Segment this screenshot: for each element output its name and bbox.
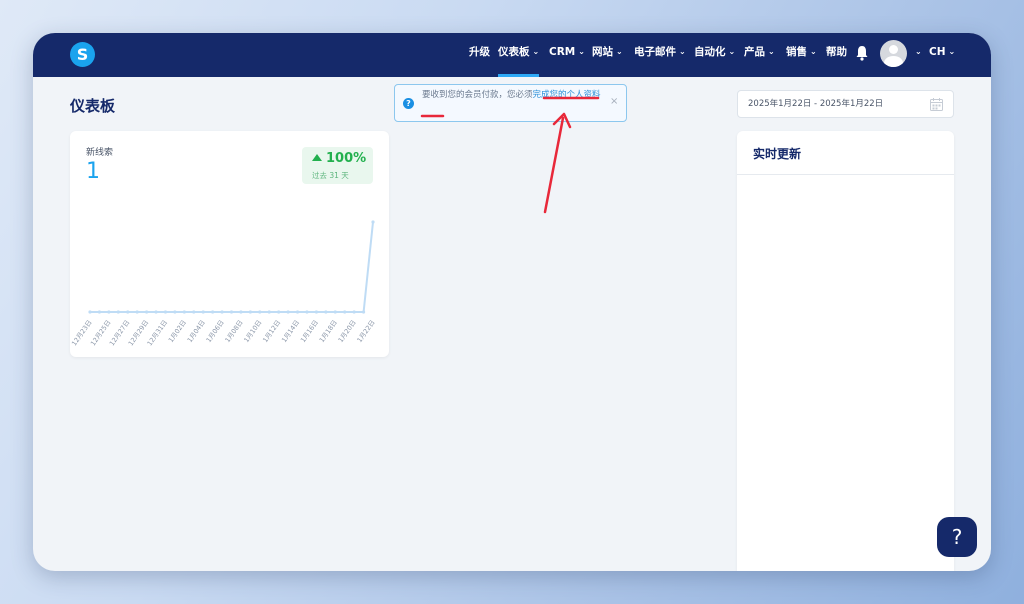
nav-item-0[interactable]: 升级 <box>469 33 490 77</box>
nav-item-8[interactable]: 帮助 <box>826 33 847 77</box>
data-point <box>163 310 168 314</box>
user-menu[interactable]: CH ⌄ <box>929 33 955 77</box>
nav-item-2[interactable]: CRM ⌄ <box>549 33 585 77</box>
nav-item-4[interactable]: 电子邮件 ⌄ <box>634 33 686 77</box>
chevron-down-icon: ⌄ <box>578 47 585 56</box>
chevron-down-icon: ⌄ <box>728 47 736 56</box>
chevron-down-icon: ⌄ <box>810 47 817 56</box>
user-avatar[interactable] <box>880 40 907 67</box>
nav-item-label: 产品 <box>744 46 765 58</box>
data-point <box>324 310 328 314</box>
top-navbar: S 升级 仪表板 ⌄ CRM ⌄ 网站 ⌄ 电子邮件 ⌄ 自动化 ⌄ 产品 ⌄ 销售 ⌄ 帮助 ⌄ CH ⌄ <box>33 33 991 77</box>
x-tick-label: 1月10日 <box>242 319 263 344</box>
x-tick-label: 1月12日 <box>261 319 282 344</box>
nav-item-label: 仪表板 <box>498 46 530 58</box>
data-point <box>286 310 290 314</box>
data-point <box>182 310 186 314</box>
data-point <box>211 310 215 314</box>
help-button[interactable]: ? <box>937 517 977 557</box>
data-point <box>107 310 111 314</box>
nav-active-indicator <box>498 74 539 77</box>
data-point <box>295 310 300 314</box>
data-point <box>97 310 102 314</box>
nav-item-label: 升级 <box>469 46 490 58</box>
realtime-updates-card: 实时更新 <box>737 131 954 571</box>
data-point <box>116 310 120 314</box>
alert-message: 要收到您的会员付款，您必须完成您的个人资料 <box>422 90 601 100</box>
bell-icon[interactable] <box>855 45 869 61</box>
calendar-icon <box>930 98 943 111</box>
data-point <box>258 310 262 314</box>
chevron-down-icon: ⌄ <box>768 47 775 56</box>
profile-alert: ? 要收到您的会员付款，您必须完成您的个人资料 × <box>394 84 627 122</box>
new-leads-card: 新线索 1 100% 过去 31 天 12月23日 12月25日 12月27日 12月… <box>70 131 389 357</box>
avatar-dropdown-chevron[interactable]: ⌄ <box>912 33 922 77</box>
x-tick-label: 1月02日 <box>167 319 188 344</box>
data-point <box>126 310 130 314</box>
x-tick-label: 1月06日 <box>205 319 226 344</box>
x-tick-label: 1月20日 <box>337 319 358 344</box>
realtime-title: 实时更新 <box>753 147 802 161</box>
complete-profile-link[interactable]: 完成您的个人资料 <box>533 90 601 100</box>
chevron-down-icon: ⌄ <box>679 47 686 56</box>
data-point <box>267 310 271 314</box>
data-point <box>333 310 337 314</box>
app-logo[interactable]: S <box>70 42 95 67</box>
data-point <box>352 310 356 314</box>
data-point <box>88 310 92 314</box>
chevron-down-icon: ⌄ <box>616 47 623 56</box>
nav-item-1[interactable]: 仪表板 ⌄ <box>498 33 539 77</box>
series-line <box>90 221 374 313</box>
data-point <box>361 310 366 314</box>
nav-item-label: CRM <box>549 46 576 58</box>
nav-item-label: 销售 <box>786 46 807 58</box>
data-point <box>145 310 149 314</box>
data-point <box>305 310 309 314</box>
nav-item-label: 自动化 <box>694 46 726 58</box>
divider <box>737 174 954 175</box>
data-point <box>371 220 375 224</box>
data-point <box>229 310 234 314</box>
data-point <box>220 310 224 314</box>
nav-item-3[interactable]: 网站 ⌄ <box>592 33 623 77</box>
x-tick-label: 1月08日 <box>223 319 244 344</box>
data-point <box>314 310 318 314</box>
date-range-picker[interactable]: 2025年1月22日 - 2025年1月22日 <box>737 90 954 118</box>
data-point <box>135 310 139 314</box>
page-title: 仪表板 <box>70 97 116 115</box>
data-point <box>154 310 158 314</box>
nav-item-label: 电子邮件 <box>634 46 676 58</box>
nav-item-label: 帮助 <box>826 46 847 58</box>
x-tick-label: 1月04日 <box>186 319 207 344</box>
x-tick-label: 1月16日 <box>299 319 320 344</box>
leads-line-chart: 12月23日12月25日12月27日12月29日12月31日1月02日1月04日… <box>70 220 377 347</box>
nav-item-label: 网站 <box>592 46 613 58</box>
nav-item-5[interactable]: 自动化 ⌄ <box>694 33 735 77</box>
info-icon: ? <box>403 98 414 109</box>
data-point <box>192 310 196 314</box>
data-point <box>239 310 243 314</box>
close-icon[interactable]: × <box>610 96 618 107</box>
data-point <box>343 310 347 314</box>
data-point <box>248 310 252 314</box>
nav-item-7[interactable]: 销售 ⌄ <box>786 33 817 77</box>
chevron-down-icon: ⌄ <box>532 47 540 56</box>
data-point <box>201 310 205 314</box>
data-point <box>277 310 281 314</box>
app-window: S 升级 仪表板 ⌄ CRM ⌄ 网站 ⌄ 电子邮件 ⌄ 自动化 ⌄ 产品 ⌄ 销售 ⌄ 帮助 ⌄ CH ⌄ 仪… <box>33 33 991 571</box>
date-range-value: 2025年1月22日 - 2025年1月22日 <box>748 99 884 109</box>
x-tick-label: 1月18日 <box>318 319 339 344</box>
data-point <box>173 310 177 314</box>
x-tick-label: 1月22日 <box>356 319 377 344</box>
nav-item-6[interactable]: 产品 ⌄ <box>744 33 775 77</box>
x-tick-label: 1月14日 <box>280 319 301 344</box>
